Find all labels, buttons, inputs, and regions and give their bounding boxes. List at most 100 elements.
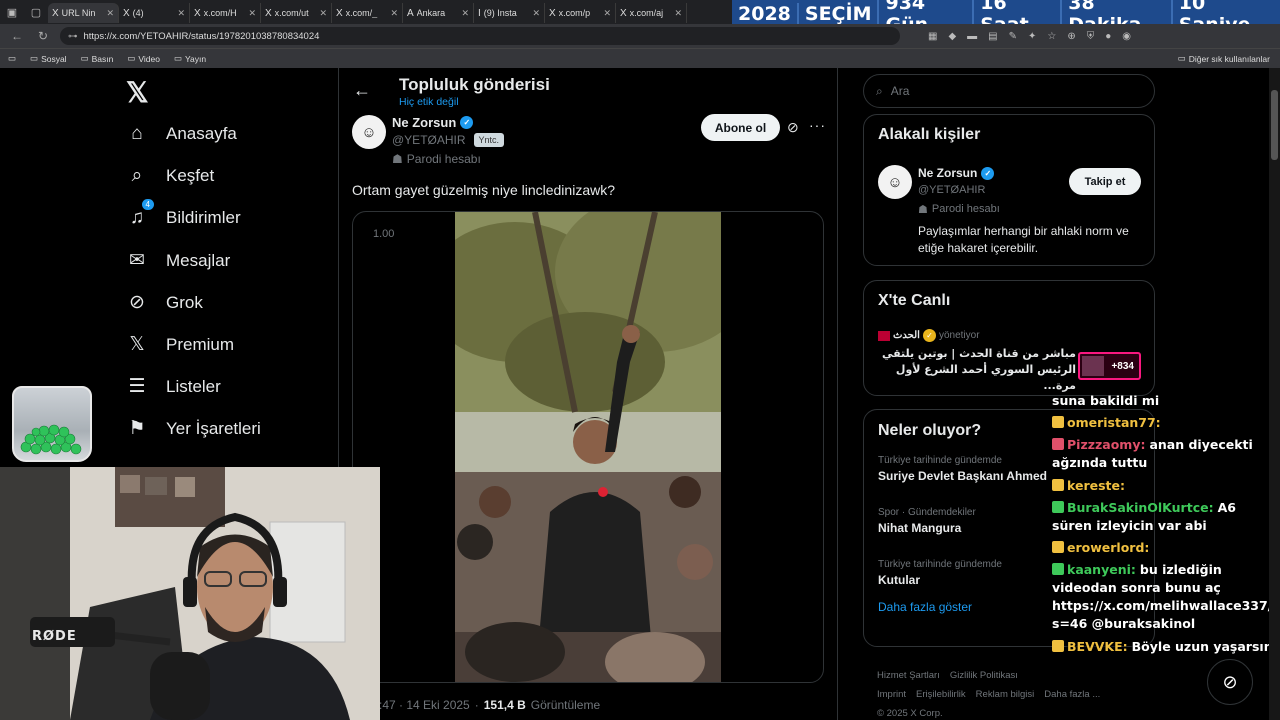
browser-tab[interactable]: A Ankara ✕: [403, 3, 474, 23]
sidebar-item-label: Yer İşaretleri: [166, 418, 261, 438]
extension-icons: ▦ ◆ ▬ ▤ ✎ ✦ ☆ ⊕ ⛨ ● ◉: [928, 31, 1131, 42]
video-frame[interactable]: [455, 212, 721, 682]
live-title: مباشر من قناة الحدث | بوتين يلتقي الرئيس…: [881, 347, 1076, 392]
sidebar-item-grok[interactable]: ⊘ Grok: [126, 291, 203, 314]
site-info-icon[interactable]: ⊶: [68, 31, 78, 42]
copilot-icon[interactable]: ◉: [1122, 31, 1131, 42]
close-icon[interactable]: ✕: [532, 8, 540, 19]
user-name[interactable]: Ne Zorsun ✓: [918, 166, 995, 180]
bookmark-label: Basın: [91, 53, 114, 64]
extension-icon[interactable]: ▤: [988, 31, 997, 42]
list-icon: ☰: [128, 376, 146, 397]
workspace-icon[interactable]: ▣: [0, 0, 24, 24]
close-icon[interactable]: ✕: [674, 8, 682, 19]
trend-item[interactable]: Spor · Gündemdekiler Nihat Mangura: [878, 507, 976, 535]
x-logo-icon[interactable]: 𝕏: [126, 76, 149, 109]
search-input[interactable]: ⌕ Ara: [863, 74, 1155, 108]
chat-username: erowerlord:: [1067, 539, 1150, 555]
divider: [837, 68, 838, 720]
url-field[interactable]: ⊶ https://x.com/YETOAHIR/status/19782010…: [60, 27, 900, 45]
verified-icon: ✓: [922, 329, 936, 342]
post-time[interactable]: :47 · 14 Eki 2025: [379, 698, 470, 712]
sidebar-item-x[interactable]: 𝕏 Premium: [126, 333, 234, 356]
back-arrow-icon[interactable]: ←: [353, 80, 371, 101]
user-handle: @YETØAHIR: [918, 184, 986, 196]
close-icon[interactable]: ✕: [461, 8, 469, 19]
views-count: 151,4 B: [483, 698, 526, 712]
verified-icon: ✓: [460, 116, 474, 129]
close-icon[interactable]: ✕: [177, 8, 185, 19]
community-note-label[interactable]: Hiç etik değil: [399, 96, 459, 108]
footer-link[interactable]: Hizmet Şartları: [877, 670, 940, 681]
bookmark-folder[interactable]: ▭ Video: [127, 53, 160, 64]
bookmark-folder[interactable]: ▭ Yayın: [174, 53, 206, 64]
browser-tab[interactable]: Xx.com/_ ✕: [332, 3, 403, 23]
sidebar-item-label: Listeler: [166, 376, 221, 396]
footer-link[interactable]: Erişilebilirlik: [916, 689, 966, 700]
trend-item[interactable]: Türkiye tarihinde gündemde Suriye Devlet …: [878, 455, 1047, 483]
extension-icon[interactable]: ◆: [948, 31, 956, 42]
bookmark-folder[interactable]: ▭ Sosyal: [30, 53, 67, 64]
sidebar-item-home[interactable]: ⌂ Anasayfa: [126, 123, 237, 145]
browser-tab[interactable]: Xx.com/ut ✕: [261, 3, 332, 23]
chat-message: omeristan77:: [1052, 414, 1280, 432]
back-arrow-icon[interactable]: ←: [8, 29, 26, 43]
sidebar-item-bookmark[interactable]: ⚑ Yer İşaretleri: [126, 417, 261, 440]
bookmarks-bar: ▭ ▭ Sosyal ▭ Basın ▭ Video ▭ Yayın ▭ Diğer sık …: [0, 48, 1280, 68]
grok-floating-button[interactable]: ⊘: [1207, 659, 1253, 705]
browser-tab[interactable]: Xx.com/H ✕: [190, 3, 261, 23]
close-icon[interactable]: ✕: [106, 8, 114, 19]
browser-tab[interactable]: I (9) Insta ✕: [474, 3, 545, 23]
sidebar-item-list[interactable]: ☰ Listeler: [126, 375, 221, 398]
browser-tab[interactable]: Xx.com/p ✕: [545, 3, 616, 23]
post-text: Ortam gayet güzelmiş niye lincledinizawk…: [352, 182, 615, 198]
collections-icon[interactable]: ⊕: [1067, 31, 1075, 42]
more-options-icon[interactable]: ···: [809, 117, 826, 133]
close-icon[interactable]: ✕: [248, 8, 256, 19]
live-card[interactable]: X'te Canlı الحدث ✓ yönetiyor مباشر من قن…: [863, 280, 1155, 396]
playback-speed[interactable]: 1.00: [373, 228, 394, 240]
extension-icon[interactable]: ✎: [1009, 31, 1017, 42]
search-placeholder: Ara: [890, 84, 910, 98]
tab-actions-icon[interactable]: ▢: [24, 0, 48, 24]
tab-label: x.com/_: [345, 8, 378, 18]
video-player[interactable]: 1.00: [352, 211, 824, 683]
browser-tab[interactable]: Xx.com/aj ✕: [616, 3, 687, 23]
close-icon[interactable]: ✕: [319, 8, 327, 19]
extension-icon[interactable]: ▬: [967, 31, 977, 42]
bookmark-folder-other[interactable]: ▭ Diğer sık kullanılanlar: [1178, 53, 1270, 64]
footer-link[interactable]: Reklam bilgisi: [976, 689, 1035, 700]
footer-link[interactable]: Imprint: [877, 689, 906, 700]
profile-avatar[interactable]: ●: [1105, 31, 1111, 42]
tab-label: x.com/p: [558, 8, 591, 18]
browser-tab[interactable]: X (4) ✕: [119, 3, 190, 23]
close-icon[interactable]: ✕: [390, 8, 398, 19]
address-bar: ← ↻ ⊶ https://x.com/YETOAHIR/status/1978…: [0, 24, 1280, 48]
subscribe-button[interactable]: Abone ol: [701, 114, 780, 141]
sidebar-item-bell[interactable]: ♫ 4 Bildirimler: [126, 199, 241, 229]
show-more-link[interactable]: Daha fazla göster: [878, 600, 972, 614]
close-icon[interactable]: ✕: [603, 8, 611, 19]
reload-icon[interactable]: ↻: [34, 29, 52, 43]
footer-link[interactable]: Gizlilik Politikası: [950, 670, 1018, 681]
follow-button[interactable]: Takip et: [1069, 168, 1141, 195]
bookmark-folder[interactable]: ▭ Basın: [81, 53, 114, 64]
shield-icon[interactable]: ⛨: [1087, 31, 1095, 42]
browser-tab[interactable]: X URL Nin ✕: [48, 3, 119, 23]
grok-icon[interactable]: ⊘: [787, 119, 799, 136]
footer-link[interactable]: © 2025 X Corp.: [877, 708, 943, 719]
sidebar-item-search[interactable]: ⌕ Keşfet: [126, 165, 215, 187]
avatar[interactable]: ☺: [878, 165, 912, 199]
extension-icon[interactable]: ▦: [928, 31, 937, 42]
author-name[interactable]: Ne Zorsun ✓: [392, 115, 474, 130]
sidebar-item-mail[interactable]: ✉ Mesajlar: [126, 249, 230, 272]
tab-favicon-icon: X: [52, 7, 59, 19]
scrollbar[interactable]: [1269, 68, 1280, 720]
trend-item[interactable]: Türkiye tarihinde gündemde Kutular: [878, 559, 1002, 587]
reading-icon[interactable]: ▭: [8, 53, 16, 64]
tab-favicon-icon: X: [549, 7, 556, 19]
avatar[interactable]: ☺: [352, 115, 386, 149]
scrollbar-thumb[interactable]: [1271, 90, 1278, 160]
extension-icon[interactable]: ✦: [1028, 31, 1036, 42]
favorites-icon[interactable]: ☆: [1047, 31, 1056, 42]
